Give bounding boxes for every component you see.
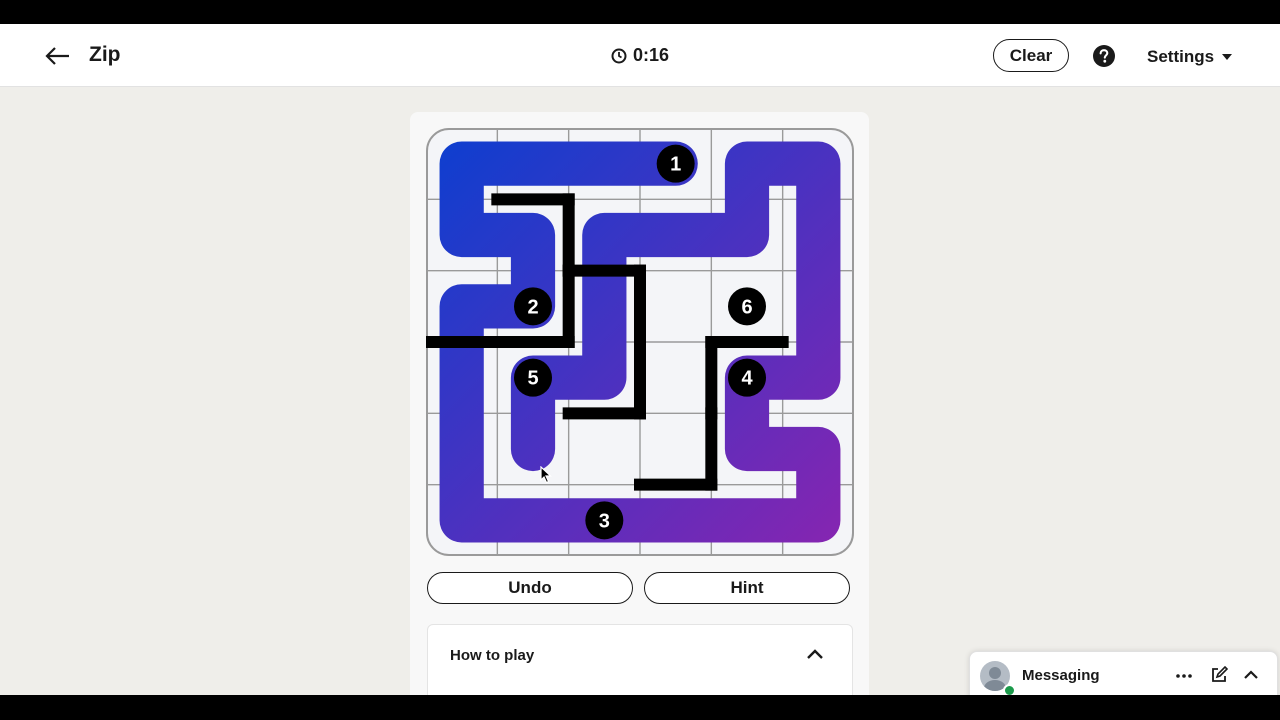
how-to-play-title: How to play: [450, 647, 535, 664]
waypoint-6: 6: [728, 287, 766, 326]
messaging-compose-button[interactable]: [1210, 665, 1229, 689]
settings-button[interactable]: Settings: [1147, 47, 1233, 67]
timer-value: 0:16: [633, 45, 670, 65]
messaging-collapse-button[interactable]: [1242, 666, 1260, 689]
question-circle-icon: [1093, 45, 1115, 67]
game-panel: 1 2 3 4 5 6 Undo Hint How to play: [410, 112, 869, 695]
top-bar: Zip 0:16 Clear Settings: [0, 24, 1280, 87]
waypoint-number: 3: [599, 510, 610, 532]
how-to-play-toggle[interactable]: [806, 647, 824, 661]
waypoint-4: 4: [728, 358, 766, 397]
waypoint-number: 1: [670, 154, 681, 176]
puzzle-board[interactable]: 1 2 3 4 5 6: [426, 128, 854, 556]
arrow-left-icon: [45, 47, 69, 65]
caret-down-icon: [1222, 54, 1233, 60]
how-to-play-section: How to play: [427, 624, 853, 695]
game-controls: Undo Hint: [427, 572, 853, 606]
waypoint-5: 5: [514, 358, 552, 397]
waypoint-2: 2: [514, 287, 552, 326]
undo-button[interactable]: Undo: [427, 572, 633, 604]
mouse-cursor: [540, 465, 553, 489]
chevron-up-icon: [1244, 670, 1258, 679]
online-status-dot: [1003, 684, 1016, 695]
back-button[interactable]: [44, 42, 72, 70]
clear-button[interactable]: Clear: [993, 39, 1069, 72]
waypoint-number: 2: [527, 296, 538, 318]
hint-button[interactable]: Hint: [644, 572, 850, 604]
clock-icon: [611, 48, 627, 63]
chevron-up-icon: [807, 649, 823, 659]
ellipsis-icon: [1176, 674, 1192, 678]
waypoint-number: 6: [741, 296, 752, 318]
page-title: Zip: [89, 43, 121, 66]
waypoint-1: 1: [656, 144, 695, 183]
app-window: Zip 0:16 Clear Settings 1 2 3 4 5 6 Undo…: [0, 24, 1280, 695]
messaging-title: Messaging: [1022, 667, 1100, 684]
settings-label: Settings: [1147, 47, 1215, 66]
pointer-icon: [540, 465, 553, 484]
compose-icon: [1212, 665, 1229, 682]
timer: 0:16: [611, 45, 669, 66]
help-button[interactable]: [1093, 45, 1115, 67]
messaging-more-button[interactable]: [1174, 666, 1194, 691]
messaging-widget[interactable]: Messaging: [969, 651, 1278, 695]
waypoint-number: 5: [527, 368, 538, 390]
waypoint-3: 3: [585, 501, 624, 540]
waypoint-number: 4: [741, 368, 753, 390]
